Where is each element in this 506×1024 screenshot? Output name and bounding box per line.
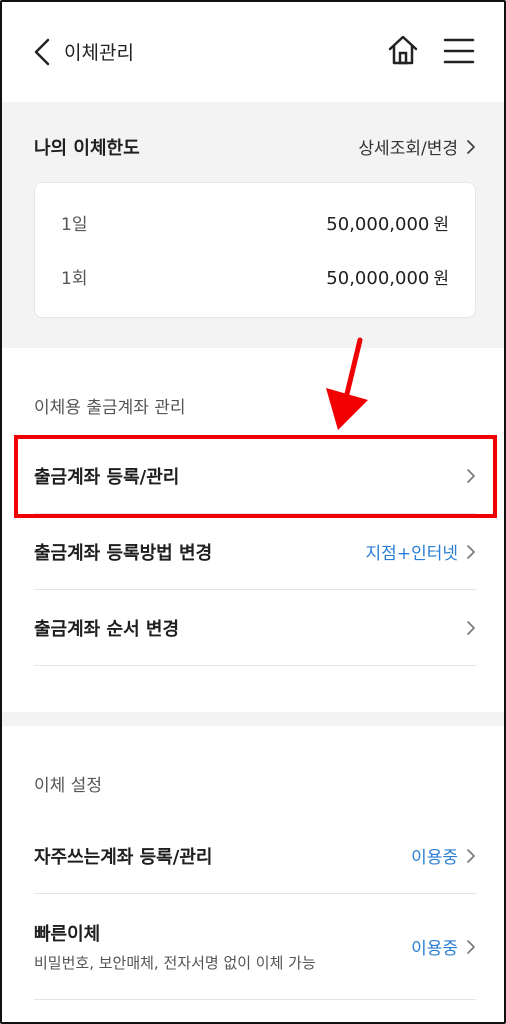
chevron-right-icon (467, 544, 475, 559)
favorite-accounts-status: 이용중 (411, 848, 458, 868)
favorite-accounts-label: 자주쓰는계좌 등록/관리 (34, 846, 213, 868)
home-icon (388, 35, 418, 65)
per-transfer-limit-unit: 원 (433, 268, 449, 289)
section-divider (2, 712, 504, 726)
withdrawal-account-register-right (466, 468, 476, 484)
withdrawal-order-label: 출금계좌 순서 변경 (34, 618, 180, 640)
hamburger-menu-icon (443, 38, 475, 64)
withdrawal-register-method-label: 출금계좌 등록방법 변경 (34, 542, 213, 564)
limit-title: 나의 이체한도 (34, 138, 140, 159)
page-title: 이체관리 (64, 42, 134, 64)
withdrawal-order-right (466, 620, 476, 636)
per-transfer-limit-row: 1회 50,000,000 원 (61, 261, 449, 291)
withdrawal-account-register-item[interactable]: 출금계좌 등록/관리 (34, 438, 476, 514)
red-arrow-icon (326, 337, 368, 430)
back-button[interactable] (30, 36, 54, 68)
quick-transfer-status: 이용중 (411, 939, 458, 959)
chevron-left-icon (34, 38, 50, 66)
daily-limit-unit: 원 (433, 214, 449, 235)
home-button[interactable] (385, 32, 421, 68)
per-transfer-limit-amount: 50,000,000 (326, 267, 430, 289)
withdrawal-account-register-label: 출금계좌 등록/관리 (34, 466, 180, 488)
top-bar: 이체관리 (2, 2, 504, 102)
screen: 이체관리 나의 이체한도 상세조회/변경 1일 50,000,000 원 1회 … (0, 0, 506, 1024)
favorite-accounts-item[interactable]: 자주쓰는계좌 등록/관리 이용중 (34, 818, 476, 894)
chevron-right-icon (467, 939, 475, 954)
transfer-settings-title: 이체 설정 (34, 776, 102, 796)
daily-limit-label: 1일 (61, 214, 88, 235)
per-transfer-limit-label: 1회 (61, 268, 88, 289)
daily-limit-amount: 50,000,000 (326, 213, 430, 235)
withdrawal-register-method-item[interactable]: 출금계좌 등록방법 변경 지점+인터넷 (34, 514, 476, 590)
quick-transfer-item[interactable]: 빠른이체 비밀번호, 보안매체, 전자서명 없이 이체 가능 이용중 (34, 894, 476, 1000)
withdrawal-order-item[interactable]: 출금계좌 순서 변경 (34, 590, 476, 666)
chevron-right-icon (467, 139, 475, 154)
withdrawal-register-method-value: 지점+인터넷 (365, 544, 458, 564)
quick-transfer-right: 이용중 (411, 934, 476, 959)
withdrawal-section-title: 이체용 출금계좌 관리 (34, 398, 186, 418)
favorite-accounts-right: 이용중 (411, 843, 476, 868)
limit-card: 1일 50,000,000 원 1회 50,000,000 원 (34, 182, 476, 318)
transfer-limit-section: 나의 이체한도 상세조회/변경 1일 50,000,000 원 1회 50,000… (2, 102, 504, 348)
chevron-right-icon (467, 468, 475, 483)
chevron-right-icon (467, 848, 475, 863)
per-transfer-limit-value: 50,000,000 원 (326, 264, 449, 289)
daily-limit-value: 50,000,000 원 (326, 210, 449, 235)
chevron-right-icon (467, 620, 475, 635)
quick-transfer-label: 빠른이체 (34, 924, 101, 945)
quick-transfer-text: 빠른이체 비밀번호, 보안매체, 전자서명 없이 이체 가능 (34, 920, 316, 973)
limit-detail-link-label: 상세조회/변경 (358, 139, 458, 159)
limit-detail-link[interactable]: 상세조회/변경 (358, 134, 476, 159)
daily-limit-row: 1일 50,000,000 원 (61, 207, 449, 237)
quick-transfer-description: 비밀번호, 보안매체, 전자서명 없이 이체 가능 (34, 954, 316, 972)
withdrawal-register-method-right: 지점+인터넷 (366, 539, 476, 564)
menu-button[interactable] (442, 36, 476, 66)
